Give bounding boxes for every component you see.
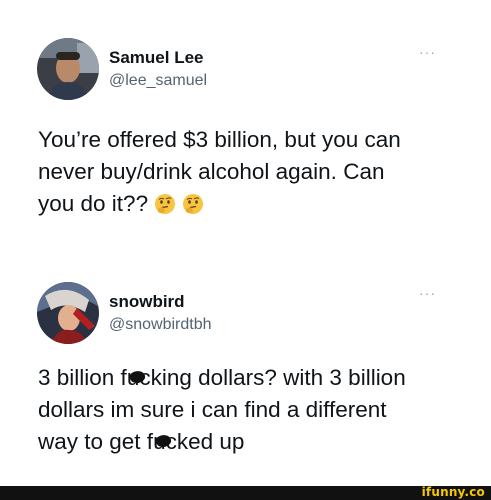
avatar[interactable] [37,282,99,344]
tweet-line: you do it?? [38,188,458,220]
tweet-line: never buy/drink alcohol again. Can [38,159,385,184]
censored-letter: u [127,362,147,394]
tweet-line: 3 billion fucking dollars? with 3 billio… [38,362,458,394]
thinking-face-icon [154,193,176,215]
tweet-text-fragment: cked up [165,429,245,454]
tweet-text: You’re offered $3 billion, but you can n… [38,124,458,220]
censored-letter: u [153,426,173,458]
ifunny-logo[interactable]: ifunny.co [422,485,485,499]
tweet-line: dollars im sure i can find a different [38,397,387,422]
tweet-text-fragment: 3 billion f [38,365,127,390]
tweet-samuel-lee: Samuel Lee @lee_samuel ··· You’re offere… [0,0,491,255]
tweet-line-text: you do it?? [38,191,149,216]
display-name[interactable]: snowbird [109,292,185,312]
tweet-line: You’re offered $3 billion, but you can [38,127,401,152]
tweet-text-fragment: cking dollars? with 3 billion [139,365,406,390]
watermark-bar: ifunny.co [0,485,491,500]
username-handle[interactable]: @lee_samuel [109,72,207,90]
tweet-text: 3 billion fucking dollars? with 3 billio… [38,362,458,458]
more-options-icon[interactable]: ··· [419,285,436,301]
tweet-snowbird: snowbird @snowbirdtbh ··· 3 billion fuck… [0,255,491,485]
tweet-text-fragment: way to get f [38,429,154,454]
username-handle[interactable]: @snowbirdtbh [109,316,212,334]
avatar[interactable] [37,38,99,100]
display-name[interactable]: Samuel Lee [109,48,204,68]
thinking-face-icon [182,193,204,215]
more-options-icon[interactable]: ··· [419,44,436,60]
tweet-line: way to get fucked up [38,426,458,458]
